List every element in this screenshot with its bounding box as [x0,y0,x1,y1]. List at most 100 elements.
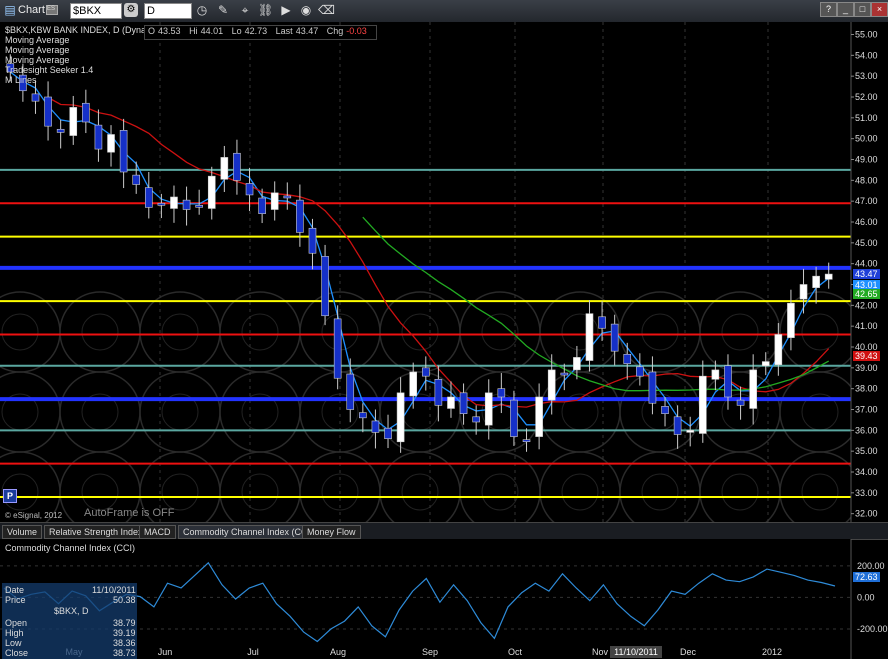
cw-date: 11/10/2011 [92,585,136,595]
quote-chg: -0.03 [346,26,367,36]
candle [535,396,543,437]
legend-ma-2: Moving Average [5,45,70,55]
link-icon[interactable]: ⛓ [258,3,273,17]
x-tick-label: Jun [158,647,173,657]
cursor-window: Date 11/10/2011 Price 50.38 $BKX, D Open… [2,583,137,659]
candle [144,187,153,208]
interval-input[interactable]: D [144,3,192,19]
candle [484,392,493,426]
y-tick-label: 36.00 [855,425,878,435]
candle [560,372,569,376]
legend-mlines: M Lines [5,75,37,85]
candle [157,202,166,206]
candle [434,378,443,406]
p-button[interactable]: P [3,489,17,503]
quote-low: 42.73 [244,26,268,36]
record-icon[interactable]: ◉ [299,3,313,17]
candle [409,371,418,397]
candle [774,334,783,366]
candle [686,430,695,433]
candle [69,107,78,136]
candle [119,130,128,173]
quote-last: 43.47 [295,26,319,36]
symbol-input[interactable]: $BKX [70,3,122,19]
x-tick-label: Sep [422,647,438,657]
window-title: Chart [18,4,45,16]
candle [510,399,518,437]
x-tick-label: 11/10/2011 [614,647,658,657]
x-tick-label: Oct [508,647,523,657]
x-tick-label: Jul [247,647,259,657]
cw-high: 39.19 [113,628,136,638]
candle [207,175,216,209]
candle [610,323,619,352]
quote-high-label: Hi [189,26,198,36]
candle [799,284,808,300]
candle [132,174,141,185]
candle [824,273,833,280]
cw-low: 38.36 [113,638,136,648]
candle [283,195,292,199]
quote-low-label: Lo [231,26,242,36]
candle [724,365,732,398]
candle [522,439,531,443]
window-titlebar: ▤ Chart ES $BKX ⚙ D ◷ ✎ ⌖ ⛓ ▶ ◉ ⌫ ? _ □ … [0,0,888,23]
play-icon[interactable]: ▶ [279,3,293,17]
candle [396,392,405,443]
y-tick-label: 50.00 [855,134,878,144]
copyright-text: © eSignal, 2012 [5,511,63,520]
cw-close-label: Close [5,648,29,658]
candle [245,183,254,196]
candle [44,96,52,127]
legend-ma-1: Moving Average [5,35,70,45]
tab-volume[interactable]: Volume [2,525,43,539]
candle [359,412,367,419]
legend-symbol: $BKX,KBW BANK INDEX, D (Dynamic) [5,25,164,35]
tab-cci[interactable]: Commodity Channel Index (CCI) [178,525,319,539]
candle [384,427,392,439]
y-tick-label: 51.00 [855,113,878,123]
cw-date-label: Date [5,585,25,595]
study-tabs: Volume Relative Strength Index MACD Comm… [0,522,888,540]
y-tick-label: 32.00 [855,509,878,519]
tab-rsi[interactable]: Relative Strength Index [44,525,148,539]
ma-slow-tag: 39.43 [853,351,880,361]
cw-high-label: High [5,628,24,638]
y-tick-label: 34.00 [855,467,878,477]
chart-icon: ▤ [4,3,16,17]
candle [321,256,329,317]
candle [195,205,203,208]
autoframe-status: AutoFrame is OFF [84,507,175,519]
cw-open-label: Open [5,618,28,628]
y-tick-label: 52.00 [855,92,878,102]
candle [761,361,770,367]
candle [736,399,745,406]
x-tick-label: Dec [680,647,697,657]
interval-clock-icon[interactable]: ◷ [195,3,209,17]
y-tick-label: 33.00 [855,488,878,498]
maximize-button[interactable]: □ [854,2,871,17]
tab-macd[interactable]: MACD [139,525,176,539]
help-button[interactable]: ? [820,2,837,17]
draw-pencil-icon[interactable]: ✎ [216,3,230,17]
tab-money-flow[interactable]: Money Flow [302,525,361,539]
candle [220,157,229,180]
close-button[interactable]: × [871,2,888,17]
cw-symbol: $BKX, D [54,606,89,616]
y-tick-label: 39.00 [855,363,878,373]
study-legend: $BKX,KBW BANK INDEX, D (Dynamic) Moving … [5,25,163,85]
price-chart[interactable]: 55.00 54.00 53.00 52.00 51.00 50.00 49.00 48.00… [0,22,888,522]
candle [82,102,90,123]
symbol-settings-icon[interactable]: ⚙ [124,3,138,17]
candle [812,275,820,288]
candle [31,93,40,102]
candle [636,366,644,377]
eraser-icon[interactable]: ⌫ [318,3,335,17]
cursor-icon[interactable]: ⌖ [238,3,252,17]
candle [421,367,430,377]
minimize-button[interactable]: _ [837,2,854,17]
cw-low-label: Low [5,638,22,648]
quote-last-label: Last [275,26,293,36]
candle [447,396,455,409]
cw-close: 38.73 [113,648,136,658]
